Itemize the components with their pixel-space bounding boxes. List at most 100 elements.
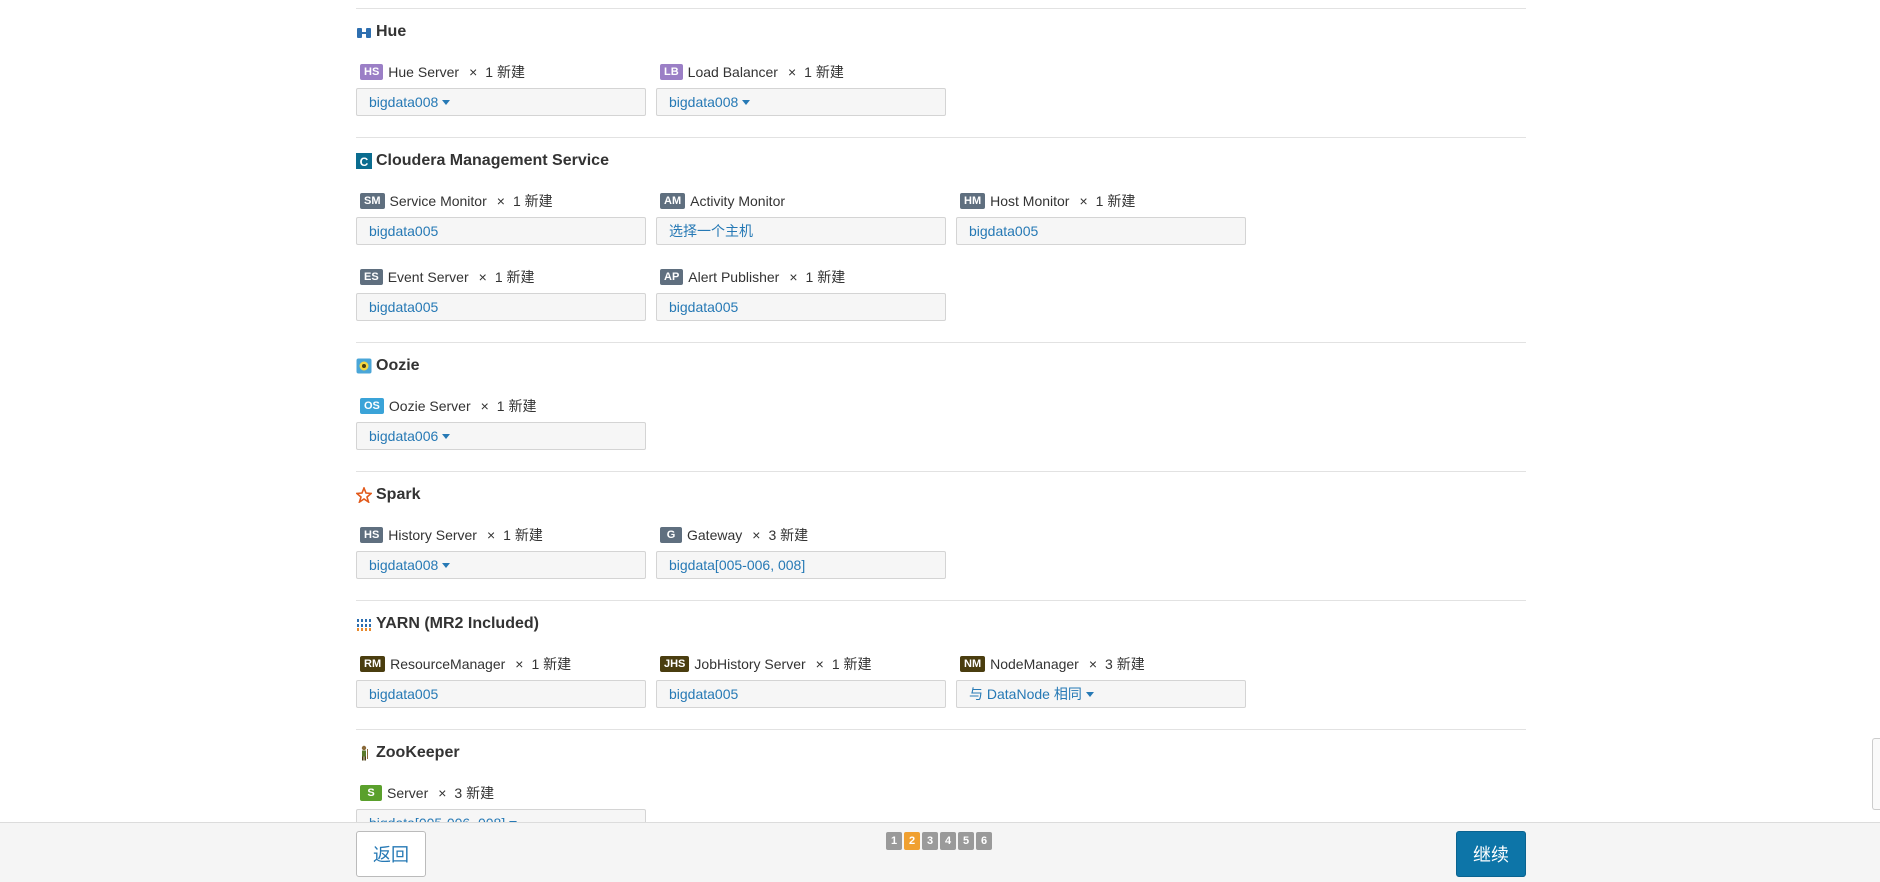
host-selector[interactable]: bigdata005 bbox=[956, 217, 1246, 245]
service-title: Cloudera Management Service bbox=[376, 152, 609, 169]
role-count-separator: × bbox=[486, 527, 496, 543]
role-assignment: AP Alert Publisher × 1 新建 bigdata005 bbox=[656, 258, 956, 334]
role-assignment: HM Host Monitor × 1 新建 bigdata005 bbox=[956, 182, 1256, 258]
host-value: bigdata008 bbox=[369, 557, 439, 573]
role-label: SM Service Monitor × 1 新建 bbox=[360, 190, 656, 212]
role-badge: OS bbox=[360, 398, 384, 414]
back-button[interactable]: 返回 bbox=[356, 831, 426, 877]
host-value: bigdata005 bbox=[369, 299, 439, 315]
host-selector[interactable]: 选择一个主机 bbox=[656, 217, 946, 245]
role-badge: HS bbox=[360, 527, 384, 543]
role-count-separator: × bbox=[480, 398, 489, 414]
continue-button[interactable]: 继续 bbox=[1456, 831, 1526, 877]
role-count-separator: × bbox=[478, 269, 487, 285]
host-value: bigdata005 bbox=[669, 299, 739, 315]
service-title: Oozie bbox=[376, 357, 420, 374]
service-title: Spark bbox=[376, 486, 421, 503]
role-label: OS Oozie Server × 1 新建 bbox=[360, 395, 656, 417]
host-value: 与 DataNode 相同 bbox=[969, 686, 1082, 702]
role-new-count: 1 新建 bbox=[804, 64, 844, 80]
host-selector[interactable]: bigdata006 bbox=[356, 422, 646, 450]
role-new-count: 3 新建 bbox=[1105, 656, 1145, 672]
page-3-button[interactable]: 3 bbox=[922, 832, 938, 850]
yarn-icon bbox=[356, 616, 372, 632]
role-name: JobHistory Server bbox=[694, 656, 806, 672]
role-name: Gateway bbox=[687, 527, 743, 543]
role-assignment: AM Activity Monitor 选择一个主机 bbox=[656, 182, 956, 258]
host-selector[interactable]: 与 DataNode 相同 bbox=[956, 680, 1246, 708]
spark-icon bbox=[356, 487, 372, 503]
host-value: bigdata005 bbox=[369, 686, 439, 702]
host-selector[interactable]: bigdata005 bbox=[356, 217, 646, 245]
role-assignment: SM Service Monitor × 1 新建 bigdata005 bbox=[356, 182, 656, 258]
role-assignment-content: Hue HS Hue Server × 1 新建 bigdata008 LB Load Bal… bbox=[356, 0, 1526, 859]
host-value: bigdata006 bbox=[369, 428, 439, 444]
host-selector[interactable]: bigdata005 bbox=[656, 680, 946, 708]
host-value: bigdata005 bbox=[669, 686, 739, 702]
service-header: YARN (MR2 Included) bbox=[356, 601, 1526, 639]
role-new-count: 1 新建 bbox=[831, 656, 872, 672]
role-list: HS Hue Server × 1 新建 bigdata008 LB Load Balanc… bbox=[356, 47, 1526, 137]
page-2-button[interactable]: 2 bbox=[904, 832, 920, 850]
role-new-count: 1 新建 bbox=[1095, 193, 1136, 209]
role-name: Hue Server bbox=[388, 64, 460, 80]
role-assignment: ES Event Server × 1 新建 bigdata005 bbox=[356, 258, 656, 334]
side-feedback-tab[interactable] bbox=[1872, 738, 1880, 810]
svg-text:C: C bbox=[360, 155, 369, 169]
service-section: Oozie OS Oozie Server × 1 新建 bigdata006 bbox=[356, 343, 1526, 472]
role-badge: SM bbox=[360, 193, 385, 209]
role-badge: HS bbox=[360, 64, 384, 80]
role-new-count: 1 新建 bbox=[496, 398, 537, 414]
host-selector[interactable]: bigdata005 bbox=[356, 293, 646, 321]
service-section: Hue HS Hue Server × 1 新建 bigdata008 LB Load Bal… bbox=[356, 9, 1526, 138]
host-selector[interactable]: bigdata005 bbox=[356, 680, 646, 708]
role-label: S Server × 3 新建 bbox=[360, 782, 656, 804]
host-selector[interactable]: bigdata[005-006, 008] bbox=[656, 551, 946, 579]
host-selector[interactable]: bigdata005 bbox=[656, 293, 946, 321]
role-badge: LB bbox=[660, 64, 683, 80]
role-badge: HM bbox=[960, 193, 986, 209]
role-new-count: 1 新建 bbox=[503, 527, 543, 543]
role-name: History Server bbox=[388, 527, 477, 543]
role-name: ResourceManager bbox=[390, 656, 506, 672]
host-selector[interactable]: bigdata008 bbox=[656, 88, 946, 116]
role-new-count: 1 新建 bbox=[494, 269, 535, 285]
role-label: LB Load Balancer × 1 新建 bbox=[660, 61, 956, 83]
role-count-separator: × bbox=[789, 269, 798, 285]
host-value: 选择一个主机 bbox=[669, 223, 753, 239]
service-header: Spark bbox=[356, 472, 1526, 510]
role-name: Server bbox=[387, 785, 429, 801]
service-header: C Cloudera Management Service bbox=[356, 138, 1526, 176]
role-name: Load Balancer bbox=[687, 64, 778, 80]
host-value: bigdata005 bbox=[369, 223, 439, 239]
host-selector[interactable]: bigdata008 bbox=[356, 551, 646, 579]
role-badge: G bbox=[660, 527, 682, 543]
caret-down-icon bbox=[442, 433, 451, 439]
page-6-button[interactable]: 6 bbox=[976, 832, 992, 850]
service-title: YARN (MR2 Included) bbox=[376, 615, 539, 632]
role-list: OS Oozie Server × 1 新建 bigdata006 bbox=[356, 381, 1526, 471]
role-list: HS History Server × 1 新建 bigdata008 G Gateway ×… bbox=[356, 510, 1526, 600]
service-header: ZooKeeper bbox=[356, 730, 1526, 768]
role-new-count: 1 新建 bbox=[512, 193, 553, 209]
role-name: NodeManager bbox=[990, 656, 1079, 672]
role-name: Event Server bbox=[387, 269, 469, 285]
host-value: bigdata[005-006, 008] bbox=[669, 557, 806, 573]
role-count-separator: × bbox=[1079, 193, 1088, 209]
role-badge: JHS bbox=[660, 656, 690, 672]
role-count-separator: × bbox=[1088, 656, 1098, 672]
role-assignment: HS History Server × 1 新建 bigdata008 bbox=[356, 516, 656, 592]
page-1-button[interactable]: 1 bbox=[886, 832, 902, 850]
host-selector[interactable]: bigdata008 bbox=[356, 88, 646, 116]
role-assignment: G Gateway × 3 新建 bigdata[005-006, 008] bbox=[656, 516, 956, 592]
role-label: NM NodeManager × 3 新建 bbox=[960, 653, 1256, 675]
role-badge: NM bbox=[960, 656, 986, 672]
role-label: HS History Server × 1 新建 bbox=[360, 524, 656, 546]
page-4-button[interactable]: 4 bbox=[940, 832, 956, 850]
oozie-icon bbox=[356, 358, 372, 374]
role-assignment: RM ResourceManager × 1 新建 bigdata005 bbox=[356, 645, 656, 721]
role-count-separator: × bbox=[752, 527, 761, 543]
role-label: JHS JobHistory Server × 1 新建 bbox=[660, 653, 956, 675]
page-5-button[interactable]: 5 bbox=[958, 832, 974, 850]
role-count-separator: × bbox=[496, 193, 505, 209]
